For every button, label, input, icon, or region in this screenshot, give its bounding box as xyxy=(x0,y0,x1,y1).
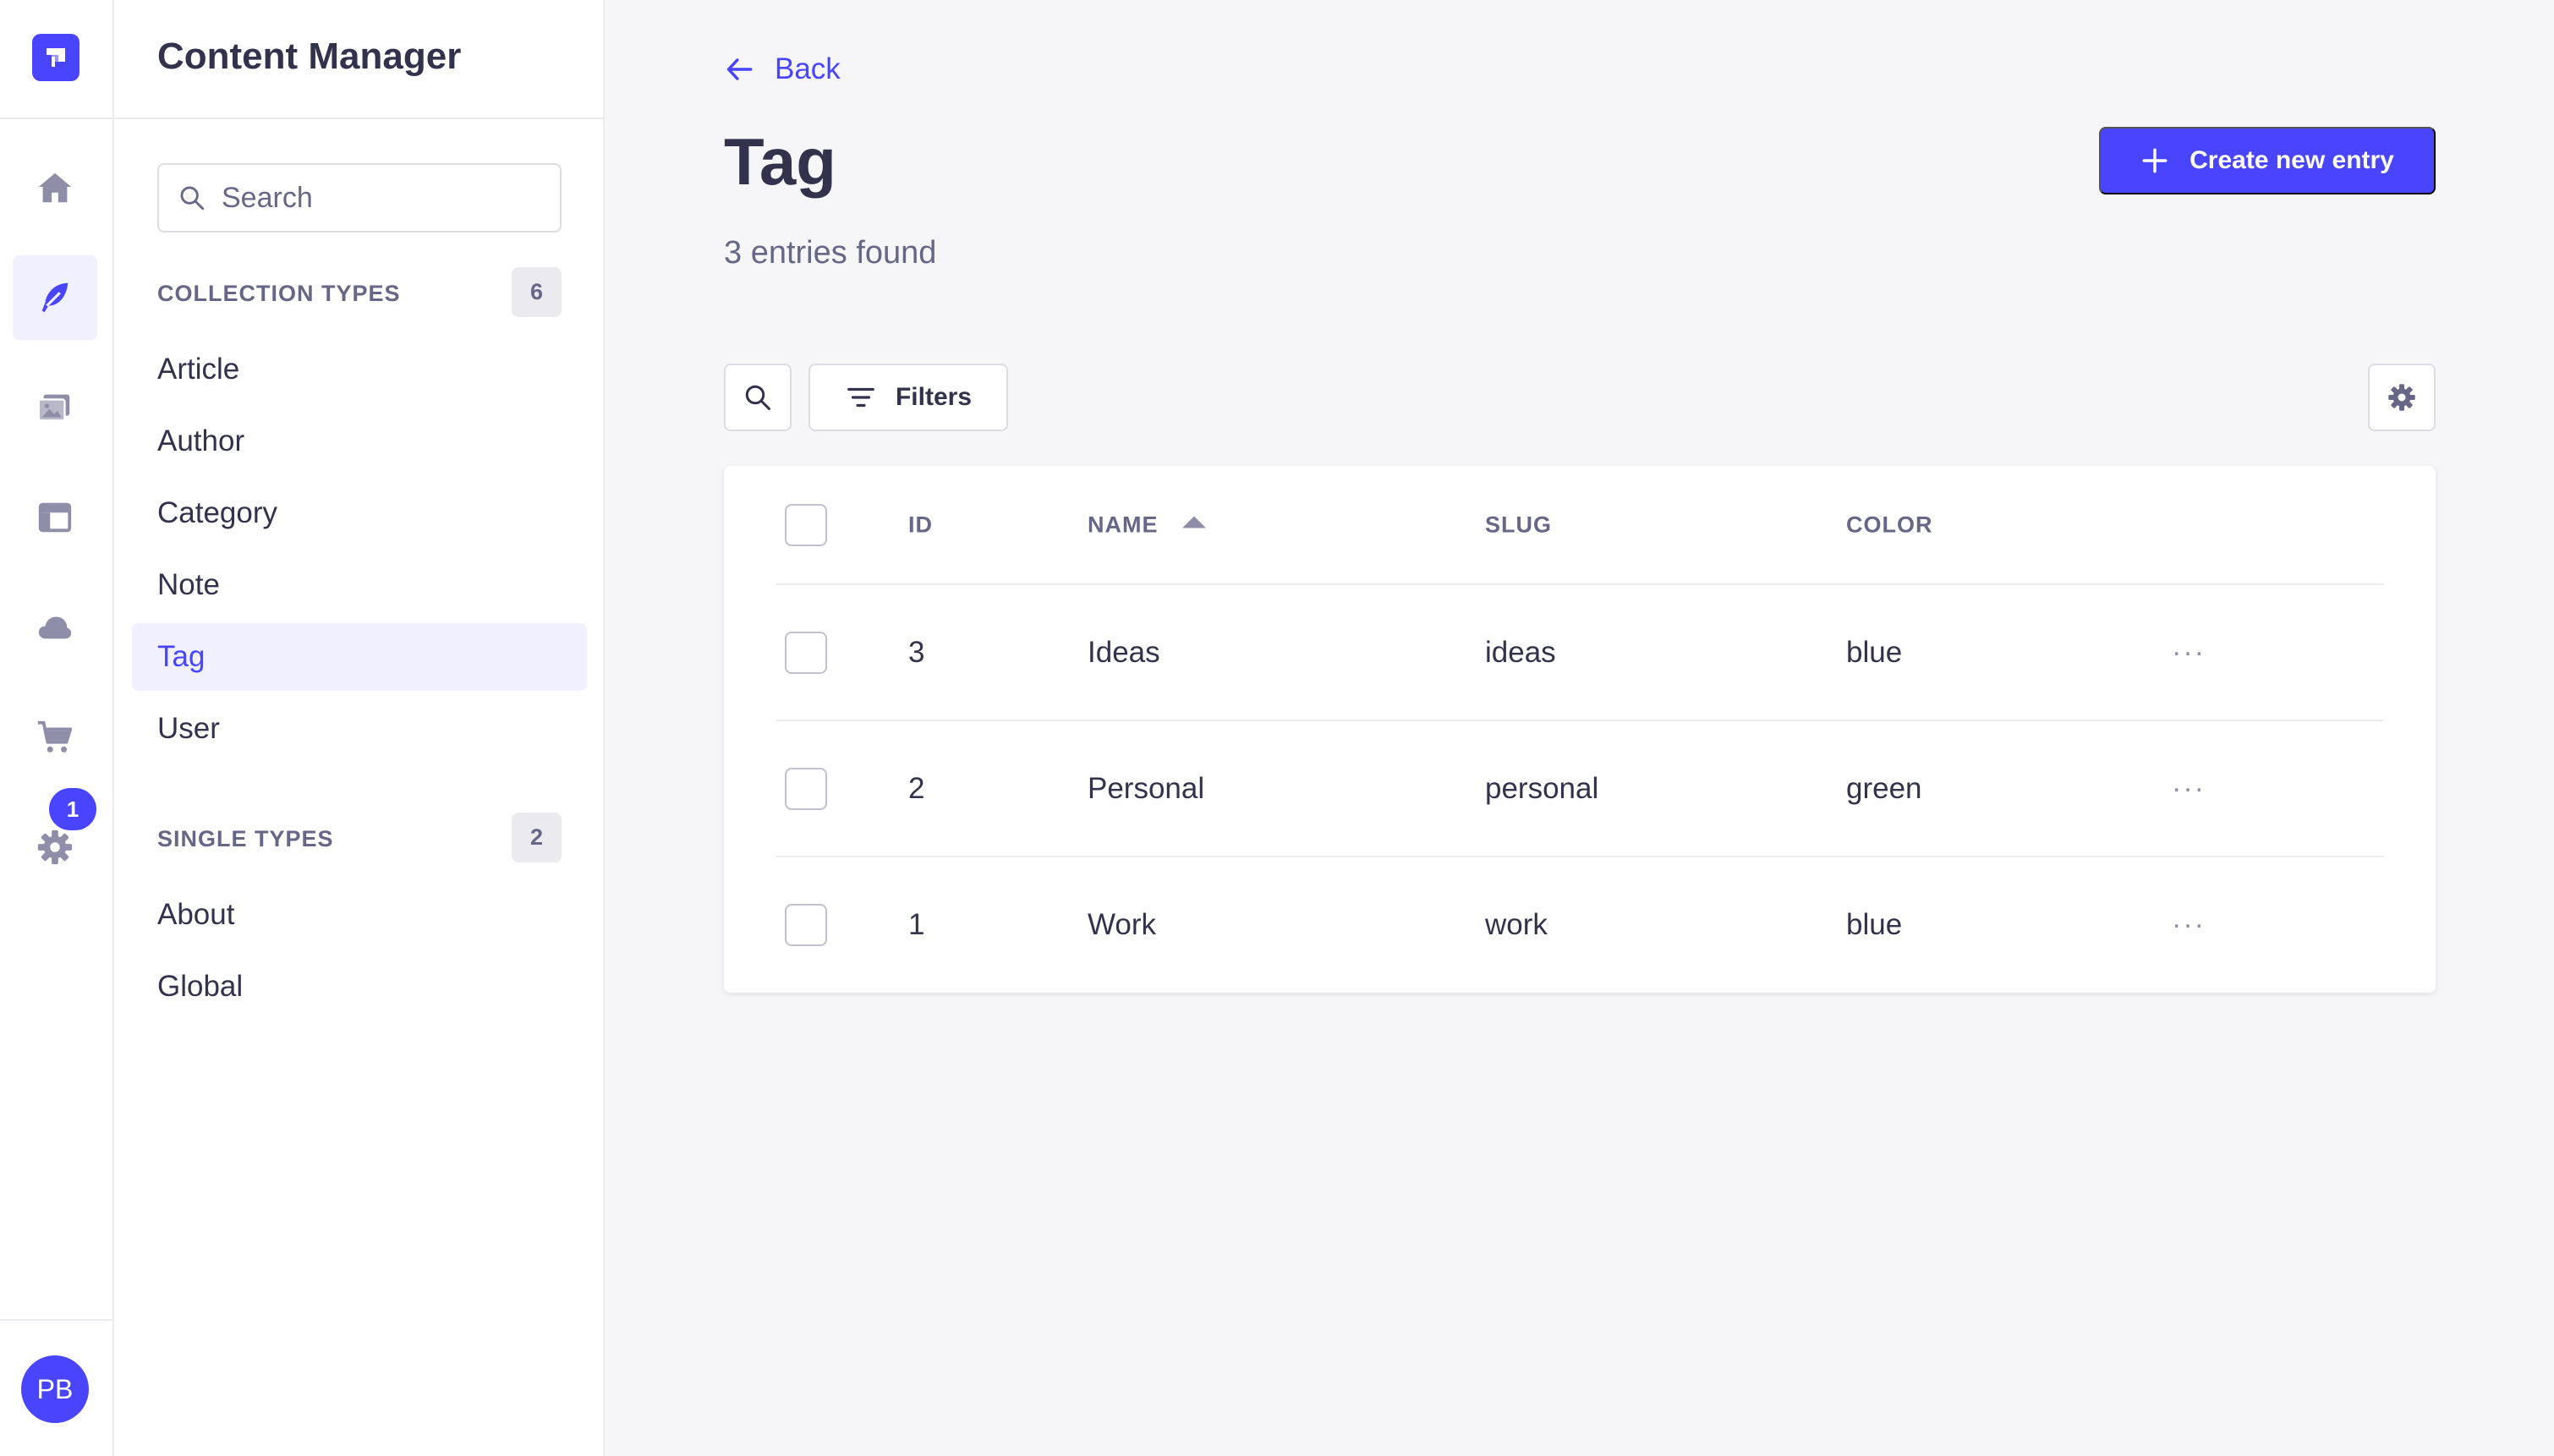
nav-cloud[interactable] xyxy=(13,585,97,670)
row-checkbox[interactable] xyxy=(785,767,827,810)
nav-item-global[interactable]: Global xyxy=(132,953,587,1021)
single-types-label: SINGLE TYPES xyxy=(157,826,334,851)
logo-icon xyxy=(47,48,65,67)
settings-notification-badge: 1 xyxy=(49,788,96,830)
layout-icon xyxy=(38,502,72,533)
nav-item-about[interactable]: About xyxy=(132,881,587,949)
settings-icon xyxy=(37,829,73,865)
nav-item-note[interactable]: Note xyxy=(132,551,587,619)
collection-types-count: 6 xyxy=(512,267,562,317)
row-checkbox[interactable] xyxy=(785,904,827,946)
nav-home[interactable] xyxy=(13,145,97,230)
table-search-button[interactable] xyxy=(724,364,792,431)
arrow-left-icon xyxy=(726,58,753,80)
back-label: Back xyxy=(775,52,841,85)
images-icon xyxy=(37,394,70,422)
table-row[interactable]: 2 Personal personal green ··· xyxy=(776,721,2383,857)
nav-marketplace[interactable] xyxy=(13,695,97,780)
nav-item-category[interactable]: Category xyxy=(132,479,587,547)
more-actions-icon[interactable]: ··· xyxy=(2172,772,2206,805)
page-title: Tag xyxy=(724,124,836,199)
table-header-row: ID NAME SLUG COLOR xyxy=(776,466,2383,585)
nav-item-user[interactable]: User xyxy=(132,695,587,763)
entries-table: ID NAME SLUG COLOR 3 Ideas ideas blue ··… xyxy=(724,466,2436,993)
subnav-search-input[interactable] xyxy=(222,181,543,215)
cell-slug: work xyxy=(1485,908,1548,941)
feather-icon xyxy=(41,282,69,313)
cell-id: 2 xyxy=(908,771,925,805)
entries-count: 3 entries found xyxy=(724,235,937,271)
nav-item-tag[interactable]: Tag xyxy=(132,623,587,691)
content-manager-subnav: Content Manager COLLECTION TYPES 6 Artic… xyxy=(114,0,605,1456)
back-link[interactable]: Back xyxy=(724,52,841,86)
cell-name: Work xyxy=(1088,908,1157,941)
filters-button[interactable]: Filters xyxy=(808,364,1008,431)
strapi-logo[interactable] xyxy=(32,34,79,81)
nav-item-article[interactable]: Article xyxy=(132,336,587,403)
subnav-search-box[interactable] xyxy=(157,163,562,233)
row-checkbox[interactable] xyxy=(785,631,827,674)
table-row[interactable]: 3 Ideas ideas blue ··· xyxy=(776,585,2383,721)
table-settings-button[interactable] xyxy=(2368,364,2436,431)
cell-color: blue xyxy=(1846,908,1903,941)
column-header-color[interactable]: COLOR xyxy=(1846,512,1933,538)
shopping-cart-icon xyxy=(37,720,73,753)
more-actions-icon[interactable]: ··· xyxy=(2172,909,2206,942)
cell-slug: personal xyxy=(1485,771,1599,805)
nav-item-author[interactable]: Author xyxy=(132,408,587,475)
filter-icon xyxy=(847,387,874,408)
subnav-divider xyxy=(114,118,603,119)
collection-types-label: COLLECTION TYPES xyxy=(157,281,401,306)
cell-color: blue xyxy=(1846,635,1903,669)
plus-icon xyxy=(2142,148,2168,173)
subnav-title: Content Manager xyxy=(157,36,462,77)
column-header-name[interactable]: NAME xyxy=(1088,512,1206,538)
column-header-id[interactable]: ID xyxy=(908,512,933,538)
sort-ascending-icon xyxy=(1181,516,1206,528)
gear-icon xyxy=(2388,384,2415,411)
cell-color: green xyxy=(1846,771,1922,805)
cell-slug: ideas xyxy=(1485,635,1556,669)
cell-name: Ideas xyxy=(1088,635,1160,669)
single-types-count: 2 xyxy=(512,813,562,862)
home-icon xyxy=(38,172,72,203)
nav-media-library[interactable] xyxy=(13,365,97,450)
create-new-entry-label: Create new entry xyxy=(2190,146,2394,174)
cell-name: Personal xyxy=(1088,771,1205,805)
search-icon xyxy=(745,385,770,410)
search-icon xyxy=(180,186,205,211)
create-new-entry-button[interactable]: Create new entry xyxy=(2099,127,2436,194)
select-all-checkbox[interactable] xyxy=(785,503,827,546)
column-header-name-label: NAME xyxy=(1088,512,1159,537)
table-row[interactable]: 1 Work work blue ··· xyxy=(776,857,2383,993)
main-nav-rail: 1 PB xyxy=(0,0,114,1456)
cell-id: 3 xyxy=(908,635,925,669)
nav-content-type-builder[interactable] xyxy=(13,475,97,560)
user-avatar[interactable]: PB xyxy=(21,1355,89,1423)
cloud-icon xyxy=(38,616,72,639)
column-header-slug[interactable]: SLUG xyxy=(1485,512,1552,538)
rail-divider xyxy=(0,118,114,119)
more-actions-icon[interactable]: ··· xyxy=(2172,636,2206,669)
filters-label: Filters xyxy=(895,383,973,411)
nav-content-manager[interactable] xyxy=(13,255,97,340)
rail-divider xyxy=(0,1319,114,1321)
cell-id: 1 xyxy=(908,908,925,941)
